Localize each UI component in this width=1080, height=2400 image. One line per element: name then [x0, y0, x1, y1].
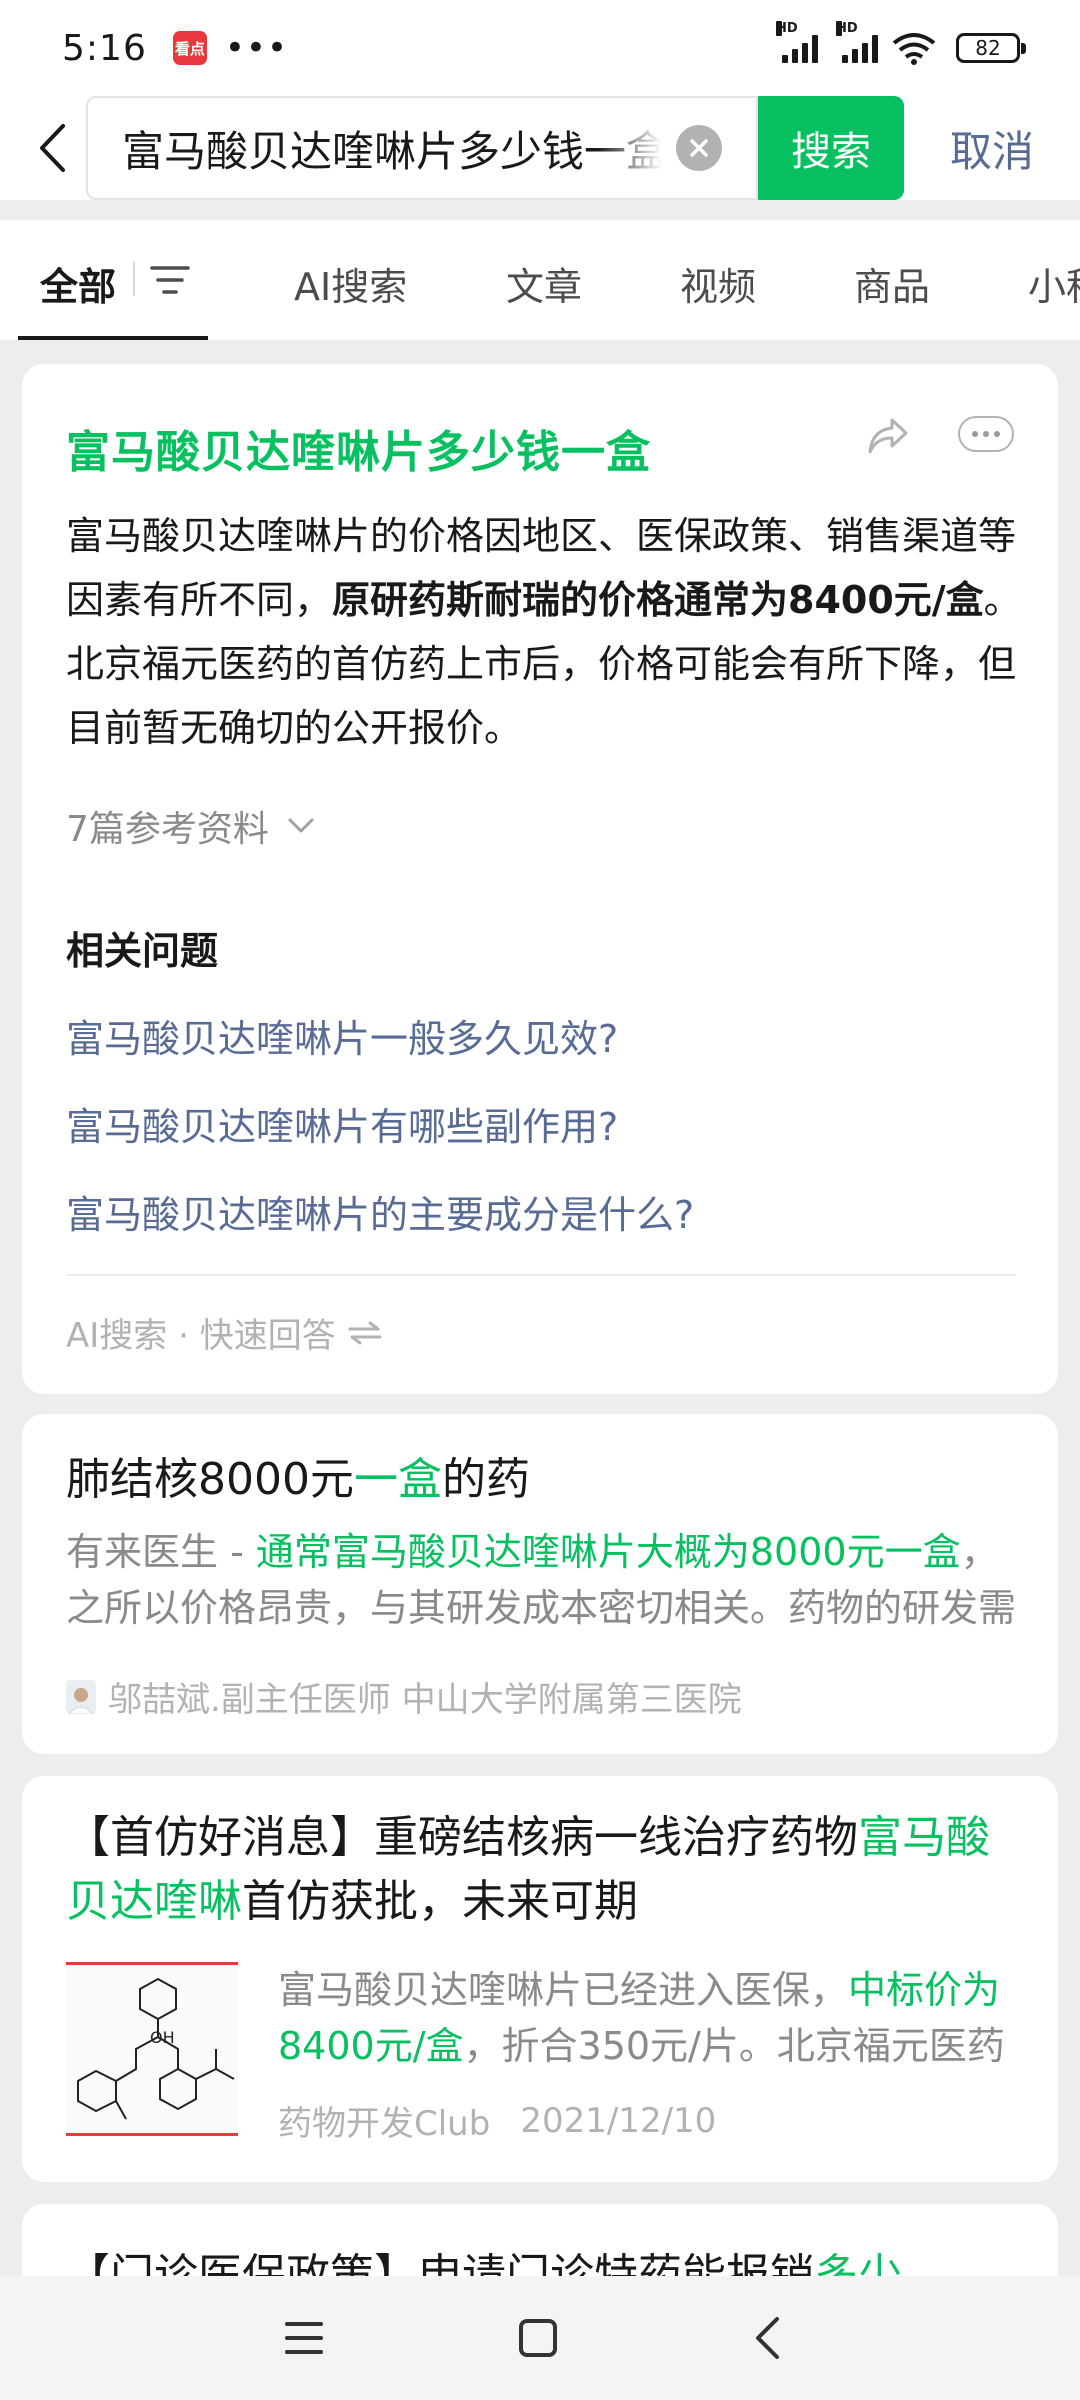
- title-part: 肺结核8000元: [66, 1454, 354, 1505]
- close-icon: [690, 139, 708, 157]
- chemical-structure-image: OH: [77, 1977, 235, 2120]
- ai-footer[interactable]: AI搜索 · 快速回答: [66, 1308, 382, 1357]
- result-thumbnail[interactable]: OH: [66, 1962, 238, 2136]
- publish-date: 2021/12/10: [520, 2100, 717, 2141]
- ai-footer-label: AI搜索 · 快速回答: [66, 1316, 336, 1356]
- back-icon: [756, 2317, 779, 2359]
- system-nav-bar: [0, 2276, 1080, 2400]
- doctor-avatar-icon: [68, 1687, 94, 1714]
- recent-apps-button[interactable]: [282, 2316, 326, 2360]
- related-question[interactable]: 富马酸贝达喹啉片有哪些副作用?: [66, 1096, 618, 1151]
- battery-icon: 82: [956, 33, 1026, 63]
- hd-label: HD: [776, 21, 798, 36]
- title-part: 【首仿好消息】重磅结核病一线治疗药物: [66, 1812, 858, 1863]
- hd-label-2: HD: [836, 21, 858, 36]
- answer-highlight: 原研药斯耐瑞的价格通常为8400元/盒: [332, 578, 984, 622]
- result-source: 药物开发Club 2021/12/10: [278, 2096, 716, 2145]
- result-snippet: 富马酸贝达喹啉片已经进入医保，中标价为8400元/盒，折合350元/片。北京福元…: [278, 1962, 1026, 2074]
- cancel-button[interactable]: 取消: [950, 118, 1034, 179]
- dot: [983, 431, 989, 437]
- source-name: 药物开发Club: [278, 2104, 491, 2144]
- wifi-icon: [892, 33, 936, 65]
- title-part: 首仿获批，未来可期: [242, 1876, 638, 1927]
- filter-icon[interactable]: [150, 264, 190, 296]
- status-bar: 5:16 看点 ••• HD HD 82: [0, 0, 1080, 96]
- back-button[interactable]: [12, 96, 92, 200]
- avatar: [66, 1679, 96, 1714]
- signal-icon: HD: [776, 21, 818, 63]
- dot: [994, 431, 1000, 437]
- clear-button[interactable]: [676, 125, 722, 171]
- menu-icon: [285, 2322, 323, 2354]
- tab-divider: [133, 262, 135, 296]
- more-notifications-icon: •••: [224, 28, 289, 68]
- ai-answer-text: 富马酸贝达喹啉片的价格因地区、医保政策、销售渠道等因素有所不同，原研药斯耐瑞的价…: [66, 504, 1028, 760]
- home-icon: [519, 2319, 557, 2357]
- status-indicators: HD HD 82: [776, 21, 1026, 65]
- tab-articles[interactable]: 文章: [506, 256, 582, 311]
- references-toggle[interactable]: 7篇参考资料: [66, 800, 315, 852]
- oh-label: OH: [150, 2028, 175, 2047]
- chevron-left-icon: [40, 124, 65, 172]
- status-time: 5:16: [62, 27, 147, 69]
- category-tabs: 全部 AI搜索 文章 视频 商品 小程序: [0, 220, 1080, 340]
- result-source: 邬喆斌.副主任医师 中山大学附属第三医院: [66, 1672, 742, 1721]
- chevron-down-icon: [288, 818, 314, 833]
- related-question[interactable]: 富马酸贝达喹啉片的主要成分是什么?: [66, 1184, 694, 1239]
- home-button[interactable]: [516, 2316, 560, 2360]
- title-highlight: 一盒: [353, 1454, 442, 1505]
- dot: [972, 431, 978, 437]
- search-input[interactable]: 富马酸贝达喹啉片多少钱一盒: [86, 96, 758, 200]
- divider: [66, 1274, 1016, 1276]
- more-options-button[interactable]: [958, 416, 1014, 452]
- search-result[interactable]: 肺结核8000元一盒的药 有来医生 - 通常富马酸贝达喹啉片大概为8000元一盒…: [22, 1414, 1058, 1754]
- tab-products[interactable]: 商品: [854, 256, 930, 311]
- result-title[interactable]: 肺结核8000元一盒的药: [66, 1448, 1026, 1512]
- active-tab-indicator: [18, 336, 208, 340]
- tab-mini-programs[interactable]: 小程序: [1028, 256, 1080, 311]
- battery-level: 82: [975, 36, 1001, 60]
- source-name: 邬喆斌.副主任医师 中山大学附属第三医院: [108, 1680, 742, 1720]
- search-header: 富马酸贝达喹啉片多少钱一盒 搜索 取消: [0, 96, 1080, 200]
- related-questions-heading: 相关问题: [66, 929, 219, 973]
- references-label: 7篇参考资料: [66, 809, 269, 850]
- snippet-part: 有来医生 -: [66, 1530, 256, 1574]
- result-title[interactable]: 【首仿好消息】重磅结核病一线治疗药物富马酸贝达喹啉首仿获批，未来可期: [66, 1806, 1026, 1934]
- search-query[interactable]: 富马酸贝达喹啉片多少钱一盒: [122, 118, 662, 179]
- share-icon[interactable]: [866, 416, 910, 456]
- search-result[interactable]: 【首仿好消息】重磅结核病一线治疗药物富马酸贝达喹啉首仿获批，未来可期 OH 富马…: [22, 1776, 1058, 2182]
- nav-back-button[interactable]: [746, 2316, 790, 2360]
- related-question[interactable]: 富马酸贝达喹啉片一般多久见效?: [66, 1008, 618, 1063]
- news-app-icon: 看点: [172, 31, 207, 65]
- tab-videos[interactable]: 视频: [680, 256, 756, 311]
- signal-icon-2: HD: [836, 21, 878, 63]
- snippet-highlight: 通常富马酸贝达喹啉片大概为8000元一盒: [255, 1530, 961, 1574]
- title-part: 的药: [441, 1454, 530, 1505]
- ai-answer-card: 富马酸贝达喹啉片多少钱一盒 富马酸贝达喹啉片的价格因地区、医保政策、销售渠道等因…: [22, 364, 1058, 1394]
- switch-icon: [348, 1321, 382, 1344]
- result-snippet: 有来医生 - 通常富马酸贝达喹啉片大概为8000元一盒，之所以价格昂贵，与其研发…: [66, 1524, 1026, 1636]
- ai-answer-title[interactable]: 富马酸贝达喹啉片多少钱一盒: [66, 416, 651, 480]
- snippet-part: 富马酸贝达喹啉片已经进入医保，: [278, 1968, 849, 2012]
- tab-all[interactable]: 全部: [40, 256, 116, 311]
- tab-ai-search[interactable]: AI搜索: [294, 256, 407, 311]
- search-button[interactable]: 搜索: [758, 96, 904, 200]
